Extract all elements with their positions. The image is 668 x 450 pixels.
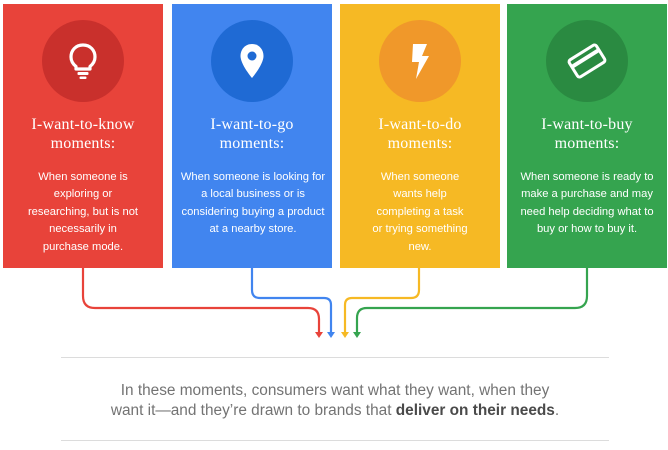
divider-bottom xyxy=(61,440,609,441)
arrowhead-buy xyxy=(353,332,361,338)
arrowhead-do xyxy=(341,332,349,338)
arrowhead-go xyxy=(327,332,335,338)
caption: In these moments, consumers want what th… xyxy=(110,382,560,419)
connector-know xyxy=(81,268,321,333)
divider-top xyxy=(61,357,609,358)
arrowhead-know xyxy=(315,332,323,338)
connector-buy xyxy=(355,268,589,333)
caption-emphasis: deliver on their needs xyxy=(395,402,555,419)
